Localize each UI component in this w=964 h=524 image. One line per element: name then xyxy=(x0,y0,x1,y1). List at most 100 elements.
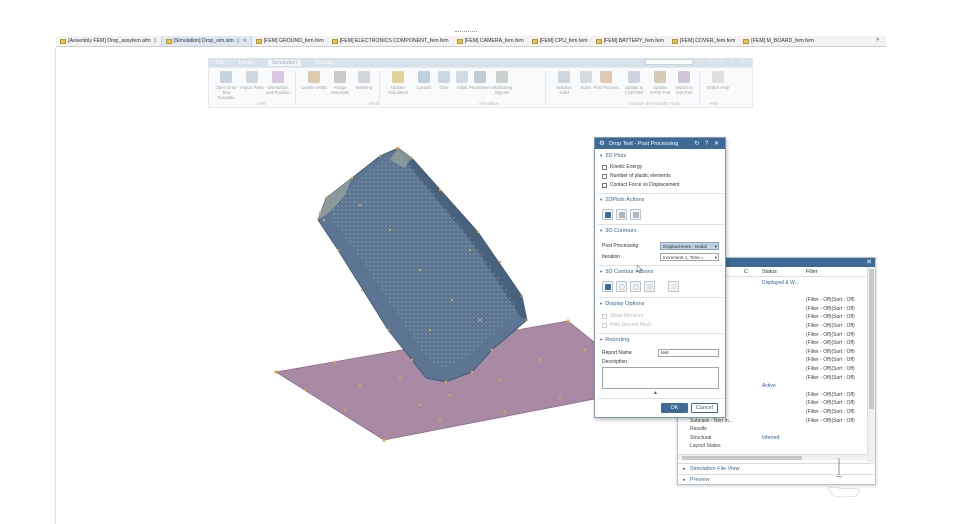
description-textarea[interactable] xyxy=(602,367,719,389)
tree-node-filter: (Filter - Off)(Sort : Off) xyxy=(806,314,855,321)
chevron-right-icon: ▸ xyxy=(683,466,686,472)
tree-node-filter: (Filter - Off)(Sort : Off) xyxy=(806,417,855,424)
tree-node-filter: (Filter - Off)(Sort : Off) xyxy=(806,366,855,372)
phone-model[interactable] xyxy=(317,147,528,383)
tree-node-status: Inferred xyxy=(762,434,780,441)
chevron-down-icon: ▾ xyxy=(714,243,717,249)
checkbox-hide-ground-mesh[interactable]: Hide Ground Mesh xyxy=(602,322,652,328)
section-display-options[interactable]: ▾ Display Options xyxy=(600,301,644,307)
report-name-input[interactable]: test xyxy=(658,349,719,357)
animate-play-button[interactable] xyxy=(616,281,627,292)
tree-node-filter: (Filter - Off)(Sort : Off) xyxy=(806,331,855,338)
checkbox[interactable] xyxy=(602,313,607,319)
chevron-right-icon: ▸ xyxy=(683,477,686,483)
plot-copy-button[interactable] xyxy=(630,209,641,220)
dialog-title-bar: ⚙ Drop Test - Post Processing ↻ ? ✕ xyxy=(595,138,725,149)
section-preview[interactable]: ▸ Preview xyxy=(678,474,876,484)
tree-node-label: Layout States xyxy=(690,443,721,450)
section-3d-contours[interactable]: ▾ 3D Contours xyxy=(600,228,637,234)
dialog-controls[interactable]: ↻ ? ✕ xyxy=(694,140,721,147)
column-status[interactable]: Status xyxy=(762,269,777,275)
contour-settings-button[interactable] xyxy=(644,281,655,292)
scrollbar-thumb[interactable] xyxy=(682,456,802,460)
vertical-scrollbar[interactable] xyxy=(867,267,875,462)
annotation-sketch xyxy=(827,486,861,498)
checkbox[interactable] xyxy=(602,182,607,188)
annotation-mark xyxy=(836,458,842,478)
post-processing-select[interactable]: Displacement - Nodal ▾ xyxy=(660,242,719,250)
play-icon xyxy=(619,284,625,290)
chevron-down-icon: ▾ xyxy=(600,337,603,342)
settings-icon xyxy=(647,284,653,290)
tree-node-status: Active xyxy=(762,383,776,390)
tree-row[interactable]: Structural Inferred xyxy=(678,434,868,442)
tree-node-filter: (Filter - Off)(Sort : Off) xyxy=(806,374,855,381)
plot-icon xyxy=(605,212,611,218)
tree-node-filter: (Filter - Off)(Sort : Off) xyxy=(806,323,855,329)
chevron-down-icon: ▾ xyxy=(600,228,603,233)
contour-icon xyxy=(605,284,611,290)
tree-node-label: Subcase - Non In... xyxy=(690,417,733,424)
cancel-button[interactable]: Cancel xyxy=(691,403,718,413)
export-icon xyxy=(671,284,677,290)
copy-icon xyxy=(633,212,639,218)
chevron-down-icon: ▾ xyxy=(600,301,603,306)
chevron-down-icon: ▾ xyxy=(714,254,717,260)
divider xyxy=(598,224,724,225)
tree-node-filter: (Filter - Off)(Sort : Off) xyxy=(806,348,855,355)
section-3d-contour-actions[interactable]: ▾ 3D Contour Actions xyxy=(600,269,653,275)
divider xyxy=(598,398,724,399)
chevron-down-icon: ▾ xyxy=(600,269,603,274)
gear-icon: ⚙ xyxy=(599,140,605,147)
chevron-down-icon: ▾ xyxy=(600,197,603,202)
contour-export-button[interactable] xyxy=(668,281,679,292)
divider xyxy=(598,297,724,298)
description-label: Description xyxy=(602,359,628,365)
tree-node-status: Displayed & W... xyxy=(762,280,799,286)
divider xyxy=(598,193,724,194)
drop-test-post-processing-dialog: ⚙ Drop Test - Post Processing ↻ ? ✕ ▾ 2D … xyxy=(594,137,726,418)
stop-icon xyxy=(633,284,639,290)
plot-create-button[interactable] xyxy=(602,209,613,220)
section-2d-plots[interactable]: ▾ 2D Plots xyxy=(600,153,626,159)
close-icon[interactable]: ✕ xyxy=(866,258,872,266)
checkbox[interactable] xyxy=(602,173,607,179)
ok-button[interactable]: OK xyxy=(661,403,688,413)
section-reporting[interactable]: ▾ Reporting xyxy=(600,337,630,343)
iteration-select[interactable]: Increment 1, Time = ▾ xyxy=(660,253,719,261)
checkbox[interactable] xyxy=(602,164,607,170)
tree-node-filter: (Filter - Off)(Sort : Off) xyxy=(806,409,855,415)
dialog-title: Drop Test - Post Processing xyxy=(609,140,679,147)
tree-node-label: Results xyxy=(690,426,707,433)
post-processing-label: Post Processing xyxy=(602,243,639,249)
export-icon xyxy=(619,212,625,218)
iteration-label: Iteration xyxy=(602,254,621,260)
tree-row[interactable]: Layout States xyxy=(678,442,868,450)
tree-node-label: Structural xyxy=(690,434,712,441)
divider xyxy=(598,333,724,334)
tree-node-filter: (Filter - Off)(Sort : Off) xyxy=(806,340,855,347)
tree-node-filter: (Filter - Off)(Sort : Off) xyxy=(806,391,855,398)
chevron-down-icon: ▾ xyxy=(600,153,603,158)
report-name-label: Report Name xyxy=(602,350,632,356)
divider xyxy=(598,265,724,266)
animate-stop-button[interactable] xyxy=(630,281,641,292)
collapse-arrow-icon[interactable]: ▲ xyxy=(653,390,658,396)
checkbox-contact-force[interactable]: Contact Force vs Displacement xyxy=(602,182,679,188)
scrollbar-thumb[interactable] xyxy=(869,269,874,409)
tree-row[interactable]: Results xyxy=(678,425,868,433)
checkbox-show-monitors[interactable]: Show Monitors xyxy=(602,313,643,319)
section-2d-plot-actions[interactable]: ▾ 2DPlots Actions xyxy=(600,197,644,203)
plot-export-button[interactable] xyxy=(616,209,627,220)
tree-node-filter: (Filter - Off)(Sort : Off) xyxy=(806,357,855,364)
tree-node-filter: (Filter - Off)(Sort : Off) xyxy=(806,297,855,304)
checkbox-plastic-elements[interactable]: Number of plastic elements xyxy=(602,173,671,179)
checkbox-kinetic-energy[interactable]: Kinetic Energy xyxy=(602,164,642,170)
column-filter[interactable]: Filter xyxy=(806,269,818,275)
contour-show-button[interactable] xyxy=(602,281,613,292)
mouse-cursor-icon xyxy=(637,265,642,273)
section-simulation-file-view[interactable]: ▸ Simulation File View xyxy=(678,463,876,473)
column-c[interactable]: C xyxy=(744,269,748,275)
checkbox[interactable] xyxy=(602,322,607,328)
tree-node-filter: (Filter - Off)(Sort : Off) xyxy=(806,305,855,312)
